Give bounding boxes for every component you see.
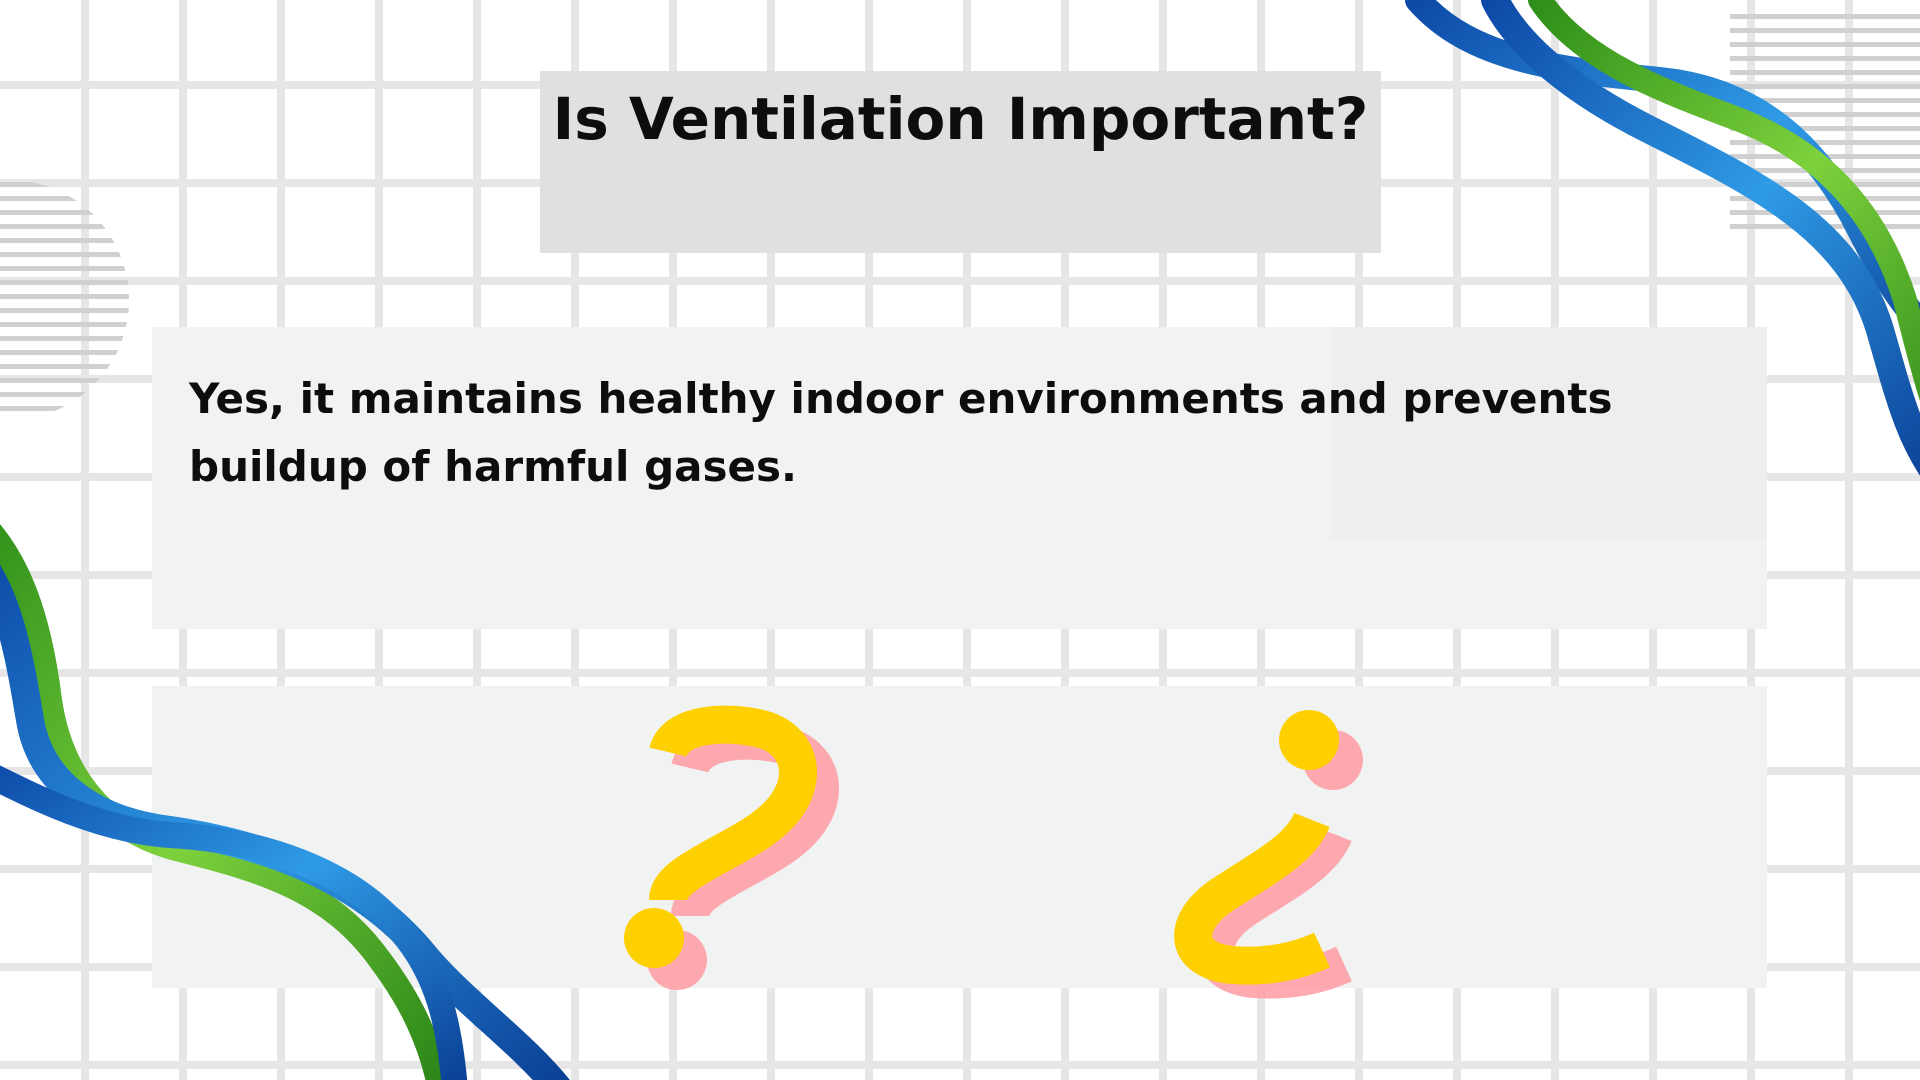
illustration-box [152,686,1767,988]
striped-square-decoration [1730,6,1920,236]
slide-title: Is Ventilation Important? [552,85,1369,153]
title-box: Is Ventilation Important? [540,71,1381,253]
answer-text: Yes, it maintains healthy indoor environ… [189,374,1613,491]
